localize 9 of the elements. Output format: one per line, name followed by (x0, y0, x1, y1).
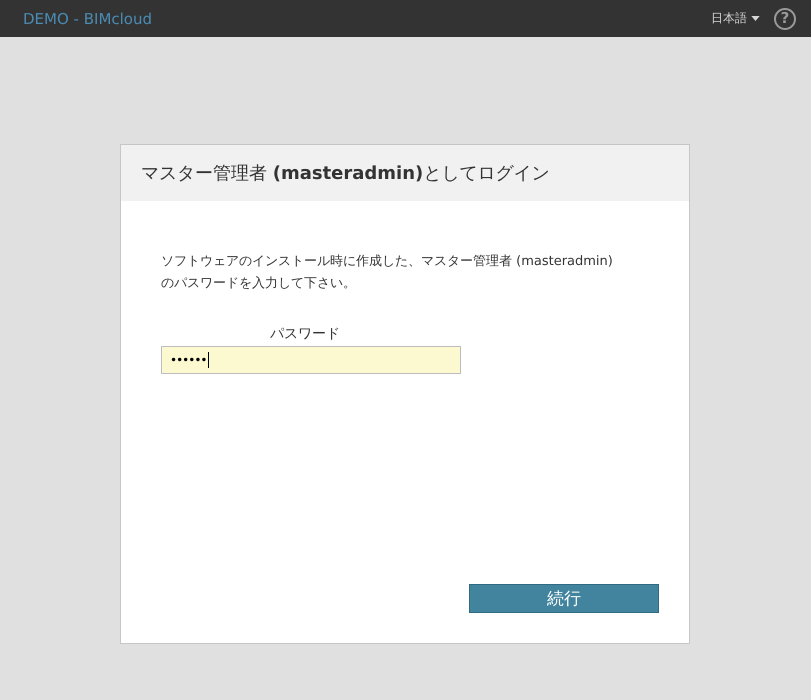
help-button[interactable]: ? (774, 8, 796, 30)
app-title: DEMO - BIMcloud (23, 10, 152, 28)
password-label: パスワード (270, 325, 340, 343)
dialog-title: マスター管理者 (masteradmin)としてログイン (141, 162, 550, 185)
caret-icon (751, 16, 760, 21)
continue-button[interactable]: 続行 (469, 584, 659, 613)
password-field[interactable]: •••••• (161, 346, 461, 374)
instruction-text: ソフトウェアのインストール時に作成した、マスター管理者 (masteradmin) のパスワードを入力して下さい。 (161, 253, 614, 293)
language-dropdown[interactable]: 日本語 (711, 10, 760, 27)
